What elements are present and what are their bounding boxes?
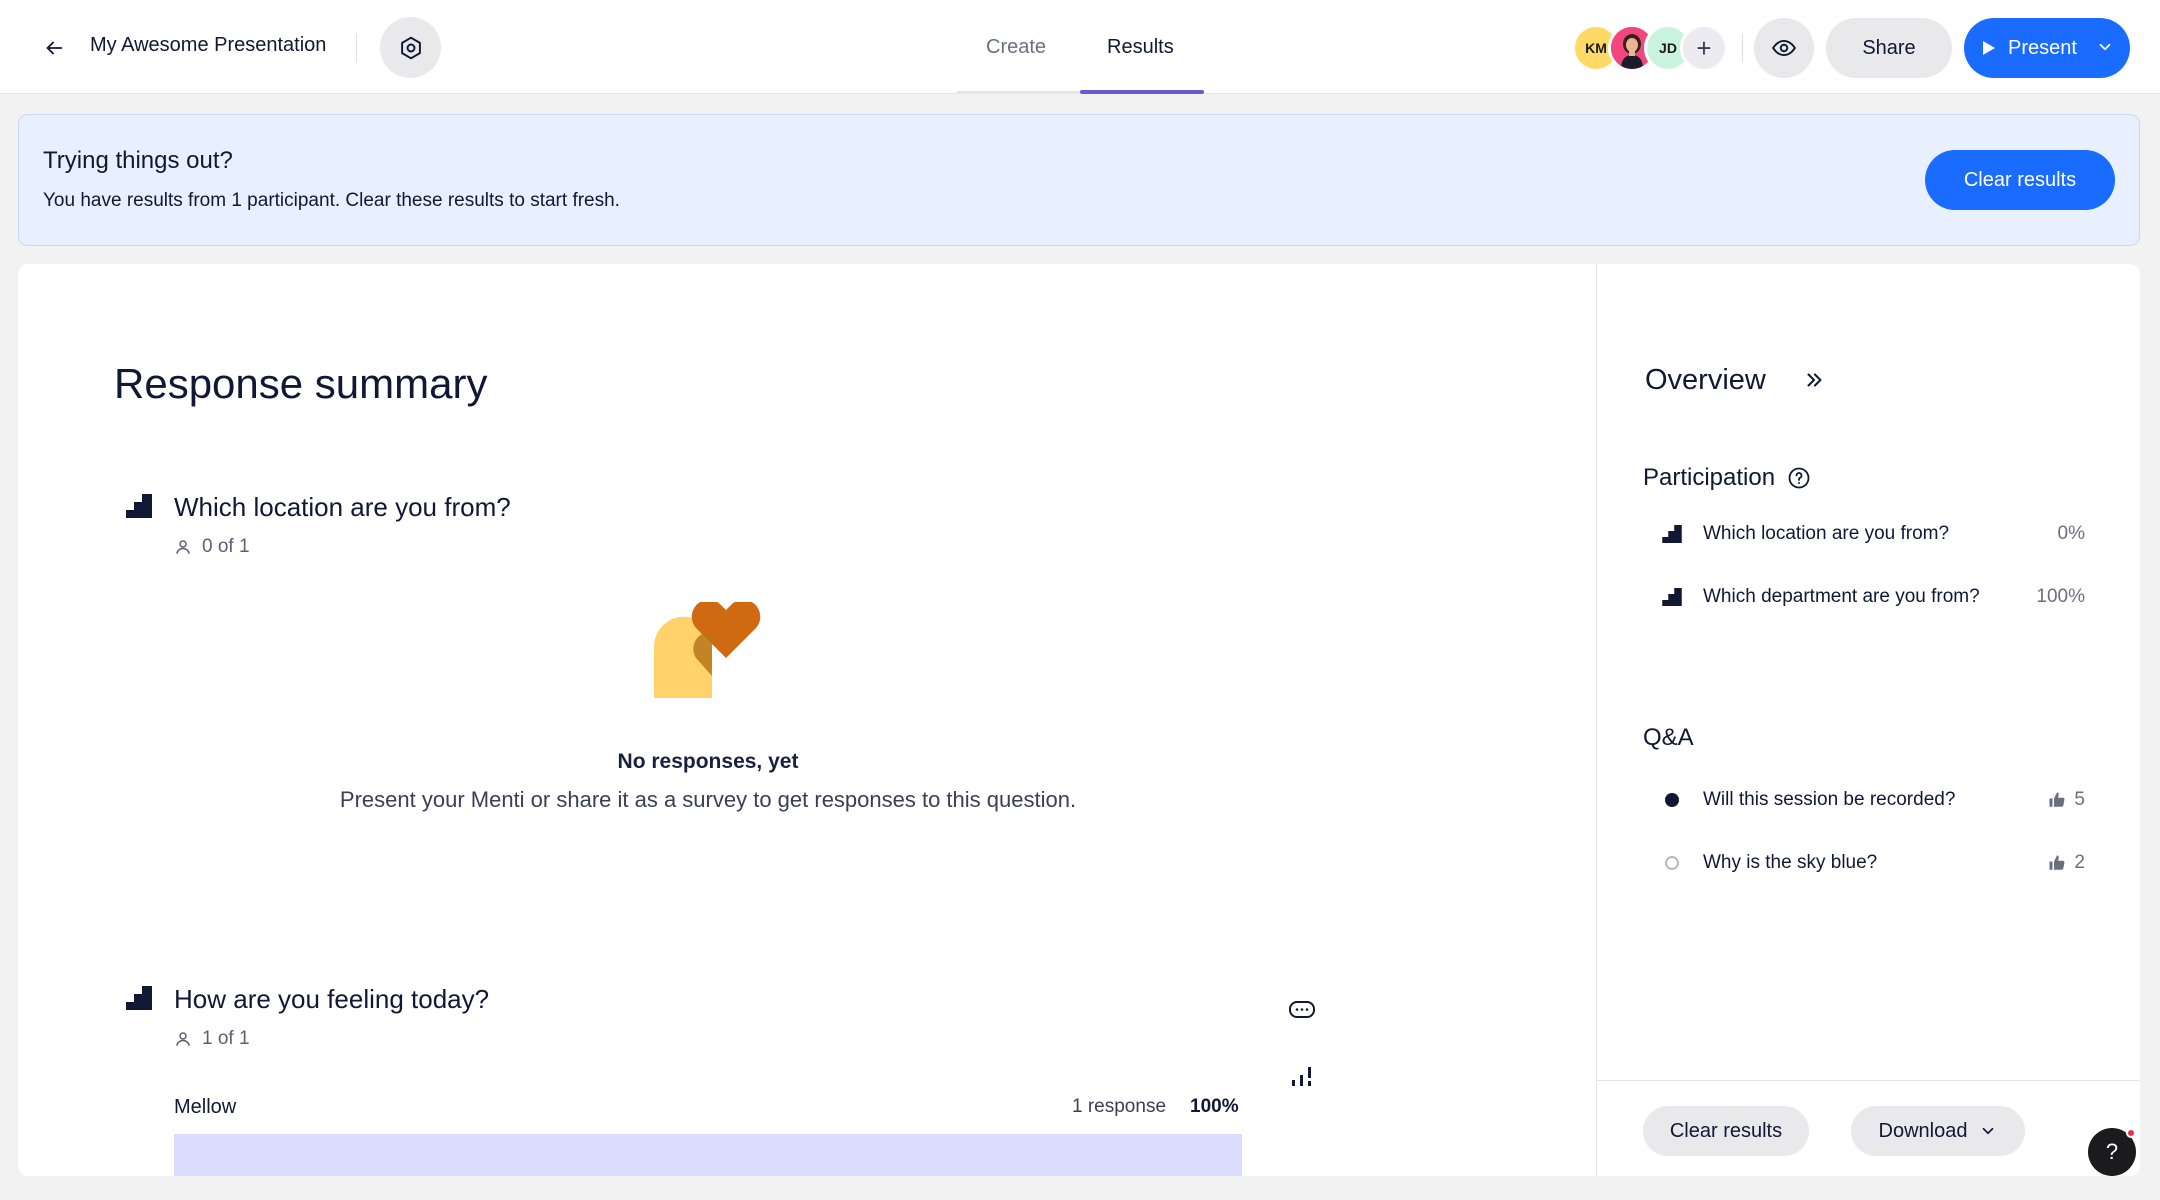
active-tab-indicator — [1080, 90, 1204, 94]
page-title: Response summary — [114, 360, 488, 407]
download-button-label: Download — [1878, 1119, 1968, 1142]
thumbs-up-icon — [2048, 791, 2066, 809]
view-comments-button[interactable] — [1284, 993, 1320, 1029]
arrow-left-icon — [46, 41, 63, 55]
qa-votes: 5 — [2048, 789, 2085, 811]
question-title: Which location are you from? — [174, 492, 511, 522]
question-participant-count: 0 of 1 — [174, 536, 250, 558]
ranking-chart-icon — [1661, 525, 1683, 543]
test-results-banner: Trying things out? You have results from… — [18, 114, 2140, 246]
qa-row[interactable]: Will this session be recorded? 5 — [1661, 782, 2085, 818]
share-button[interactable]: Share — [1826, 18, 1952, 78]
person-icon — [174, 538, 192, 556]
overview-title: Overview — [1645, 364, 1766, 396]
qa-section-title: Q&A — [1643, 724, 1694, 751]
unanswered-dot-icon — [1661, 856, 1683, 870]
qa-vote-count: 2 — [2074, 852, 2085, 873]
present-button[interactable]: Present — [1964, 18, 2130, 78]
overview-panel: Overview Participation Which location ar… — [1596, 264, 2140, 1176]
top-bar: My Awesome Presentation Create Results K… — [0, 0, 2160, 94]
participation-section-title: Participation — [1643, 464, 1811, 492]
preview-button[interactable] — [1754, 18, 1814, 78]
result-bar-fill — [174, 1134, 1242, 1176]
banner-title: Trying things out? — [43, 147, 233, 174]
person-icon — [174, 1030, 192, 1048]
present-button-label: Present — [2008, 36, 2077, 59]
participation-row[interactable]: Which department are you from? 100% — [1661, 579, 2085, 615]
qa-votes: 2 — [2048, 852, 2085, 874]
help-circle-icon[interactable] — [1787, 466, 1811, 490]
participant-count-text: 0 of 1 — [202, 536, 250, 557]
notification-dot — [2126, 1128, 2136, 1138]
participation-percent: 0% — [2057, 523, 2085, 544]
question-title: How are you feeling today? — [174, 984, 490, 1014]
chevrons-right-icon[interactable] — [1803, 369, 1825, 391]
response-summary-panel[interactable]: Response summary Which location are you … — [18, 264, 1596, 1176]
participant-count-text: 1 of 1 — [202, 1028, 250, 1049]
empty-state-title: No responses, yet — [617, 750, 799, 773]
qa-question: Will this session be recorded? — [1703, 789, 1956, 810]
result-percent: 100% — [1190, 1096, 1239, 1117]
eye-icon — [1772, 39, 1796, 57]
result-bar — [174, 1134, 1242, 1176]
ranking-chart-icon — [1661, 588, 1683, 606]
chevron-down-icon — [2099, 43, 2111, 51]
empty-state-text: Present your Menti or share it as a surv… — [339, 787, 1077, 812]
results-card: Response summary Which location are you … — [18, 264, 2140, 1176]
qa-question: Why is the sky blue? — [1703, 852, 1878, 873]
view-chart-button[interactable] — [1284, 1058, 1320, 1094]
play-icon — [1983, 41, 1995, 55]
participation-row[interactable]: Which location are you from? 0% — [1661, 516, 2085, 552]
answered-dot-icon — [1661, 793, 1683, 807]
qa-row[interactable]: Why is the sky blue? 2 — [1661, 845, 2085, 881]
hexagon-settings-icon — [400, 36, 421, 59]
divider — [356, 34, 357, 62]
help-button[interactable]: ? — [2088, 1128, 2136, 1176]
ranking-chart-icon — [126, 494, 152, 518]
help-button-label: ? — [2105, 1139, 2119, 1164]
chat-bubble-icon — [1289, 1001, 1315, 1018]
thumbs-up-icon — [2048, 854, 2066, 872]
bar-chart-icon — [1292, 1067, 1311, 1086]
tab-results[interactable]: Results — [1107, 36, 1174, 59]
result-option-label: Mellow — [174, 1096, 237, 1118]
ranking-chart-icon — [126, 986, 152, 1010]
banner-text: You have results from 1 participant. Cle… — [43, 190, 620, 211]
divider — [1597, 1080, 2140, 1081]
chevron-down-icon — [1979, 1122, 1997, 1140]
back-button[interactable] — [34, 28, 74, 68]
add-collaborator-button[interactable]: + — [1680, 24, 1728, 72]
qa-vote-count: 5 — [2074, 789, 2085, 810]
clear-results-button[interactable]: Clear results — [1643, 1106, 1809, 1156]
presentation-title[interactable]: My Awesome Presentation — [90, 34, 326, 57]
question-participant-count: 1 of 1 — [174, 1028, 250, 1050]
banner-clear-results-button[interactable]: Clear results — [1925, 150, 2115, 210]
participation-question: Which location are you from? — [1703, 523, 1950, 544]
tab-create[interactable]: Create — [986, 36, 1046, 59]
divider — [1742, 34, 1743, 62]
download-button[interactable]: Download — [1851, 1106, 2025, 1156]
participation-percent: 100% — [2036, 586, 2085, 607]
result-response-count: 1 response — [1072, 1096, 1167, 1117]
participation-title-text: Participation — [1643, 464, 1776, 491]
hearts-illustration — [654, 602, 761, 698]
participation-question: Which department are you from? — [1703, 586, 1980, 607]
settings-button[interactable] — [380, 17, 441, 78]
